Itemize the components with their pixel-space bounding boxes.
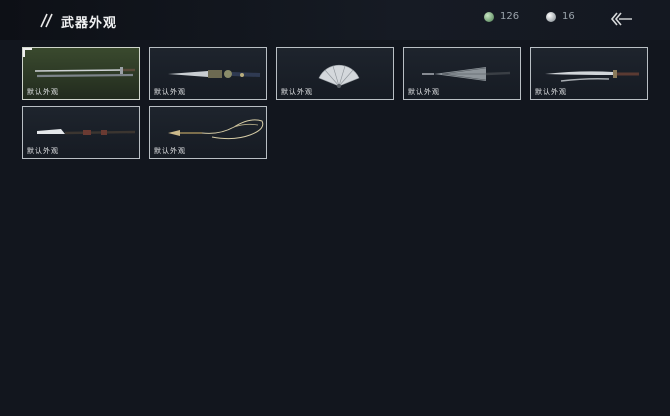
weapon-card-3[interactable]: 默认外观 bbox=[276, 47, 394, 100]
pearl-currency: 16 bbox=[546, 11, 575, 22]
weapon-card-1[interactable]: 默认外观 bbox=[22, 47, 140, 100]
slash-icon bbox=[40, 13, 53, 28]
card-label: 默认外观 bbox=[408, 88, 440, 96]
top-bar: 武器外观 126 16 bbox=[0, 0, 670, 40]
card-label: 默认外观 bbox=[154, 147, 186, 155]
page-title: 武器外观 bbox=[61, 16, 118, 31]
pearl-count: 16 bbox=[562, 11, 575, 22]
card-label: 默认外观 bbox=[154, 88, 186, 96]
jade-coin-icon bbox=[484, 11, 494, 22]
weapon-card-6[interactable]: 默认外观 bbox=[22, 106, 140, 159]
pearl-coin-icon bbox=[546, 11, 556, 22]
back-button[interactable] bbox=[608, 10, 634, 28]
card-label: 默认外观 bbox=[27, 88, 59, 96]
card-label: 默认外观 bbox=[27, 147, 59, 155]
jade-currency: 126 bbox=[484, 11, 519, 22]
weapon-card-4[interactable]: 默认外观 bbox=[403, 47, 521, 100]
jade-count: 126 bbox=[500, 11, 520, 22]
card-label: 默认外观 bbox=[535, 88, 567, 96]
card-label: 默认外观 bbox=[281, 88, 313, 96]
weapon-card-5[interactable]: 默认外观 bbox=[530, 47, 648, 100]
weapon-card-2[interactable]: 默认外观 bbox=[149, 47, 267, 100]
weapon-card-7[interactable]: 默认外观 bbox=[149, 106, 267, 159]
